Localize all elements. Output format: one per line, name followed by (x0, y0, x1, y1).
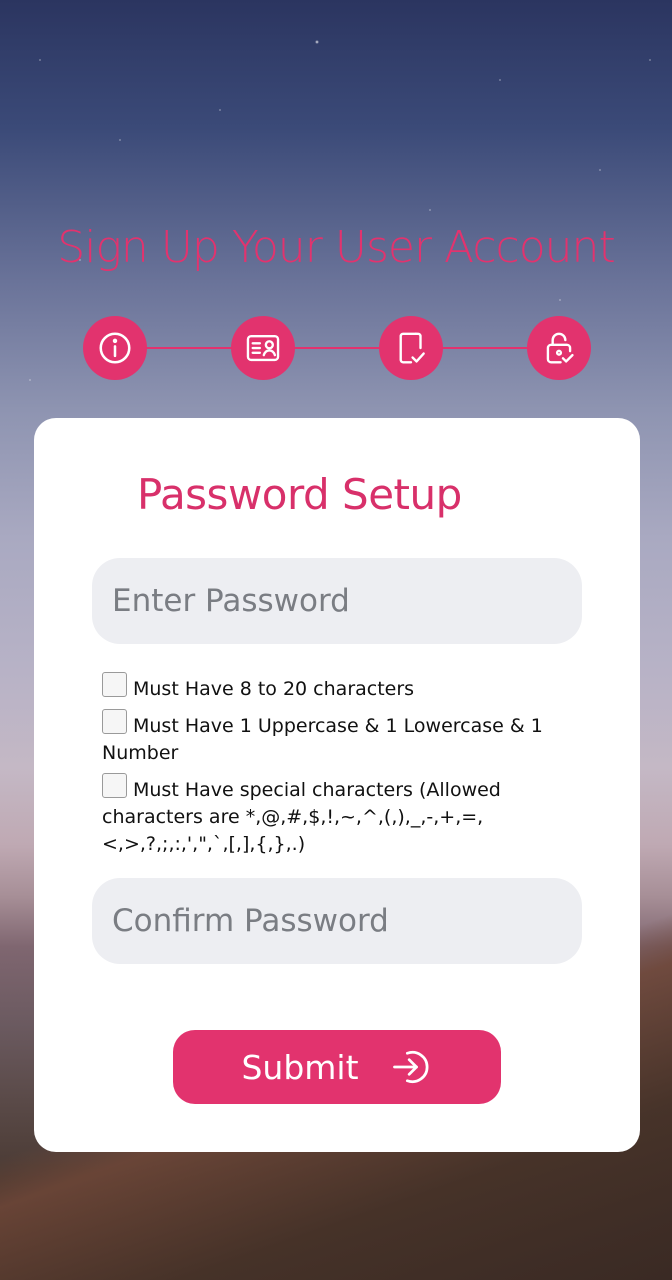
step-document[interactable] (379, 316, 443, 380)
password-rules: Must Have 8 to 20 characters Must Have 1… (102, 672, 602, 864)
lock-check-icon (546, 332, 574, 364)
step-info[interactable] (83, 316, 147, 380)
step-password[interactable] (527, 316, 591, 380)
rule-length: Must Have 8 to 20 characters (102, 672, 602, 703)
step-identity[interactable] (231, 316, 295, 380)
rule-case-label: Must Have 1 Uppercase & 1 Lowercase & 1 … (102, 715, 543, 764)
document-check-icon (399, 332, 425, 364)
arrow-right-circle-icon (392, 1050, 429, 1084)
card-title: Password Setup (137, 470, 462, 519)
submit-button[interactable]: Submit (173, 1030, 501, 1104)
rule-case-checkbox[interactable] (102, 709, 127, 734)
rule-special-checkbox[interactable] (102, 773, 127, 798)
rule-special: Must Have special characters (Allowed ch… (102, 773, 602, 858)
rule-case: Must Have 1 Uppercase & 1 Lowercase & 1 … (102, 709, 602, 767)
stepper-line (115, 347, 559, 349)
rule-special-label: Must Have special characters (Allowed ch… (102, 779, 501, 855)
password-input[interactable] (92, 558, 582, 644)
page-title: Sign Up Your User Account (57, 222, 615, 273)
info-icon (99, 332, 131, 364)
id-card-icon (246, 334, 280, 362)
signup-stepper (83, 316, 591, 380)
rule-length-label: Must Have 8 to 20 characters (133, 678, 415, 700)
submit-label: Submit (241, 1047, 359, 1087)
confirm-password-input[interactable] (92, 878, 582, 964)
rule-length-checkbox[interactable] (102, 672, 127, 697)
